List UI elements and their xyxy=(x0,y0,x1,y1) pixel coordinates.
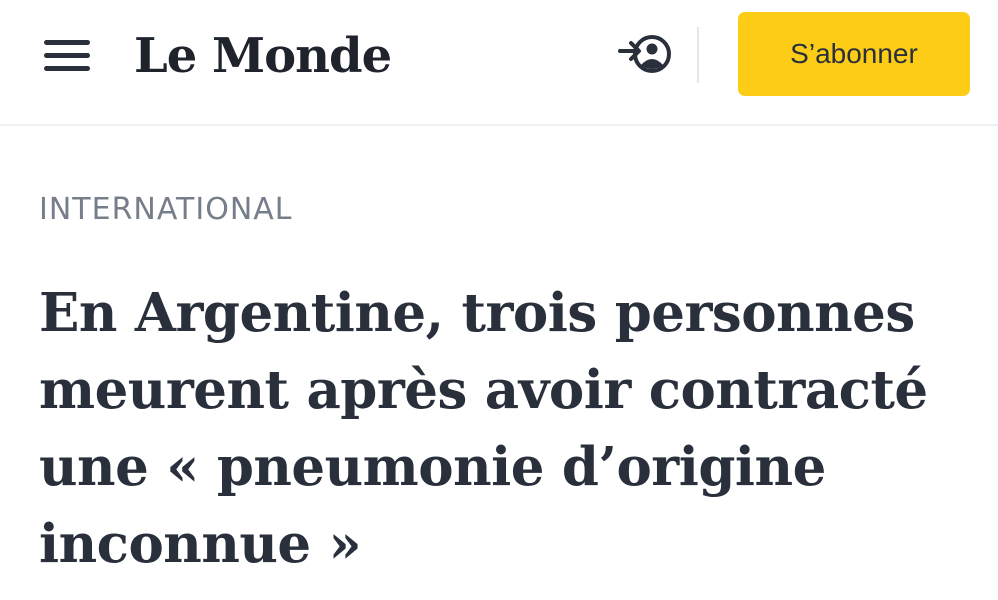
menu-icon[interactable] xyxy=(44,38,90,72)
subscribe-button[interactable]: S’abonner xyxy=(738,12,970,96)
menu-bar xyxy=(44,66,90,71)
le-monde-logo[interactable]: Le Monde xyxy=(134,24,392,88)
menu-bar xyxy=(44,53,90,58)
menu-bar xyxy=(44,40,90,45)
section-label[interactable]: INTERNATIONAL xyxy=(39,190,293,230)
site-header: Le Monde S’abonner xyxy=(0,0,998,126)
login-user-icon[interactable] xyxy=(618,30,672,78)
article-headline[interactable]: En Argentine, trois personnes meurent ap… xyxy=(39,275,969,583)
header-divider xyxy=(697,27,699,83)
